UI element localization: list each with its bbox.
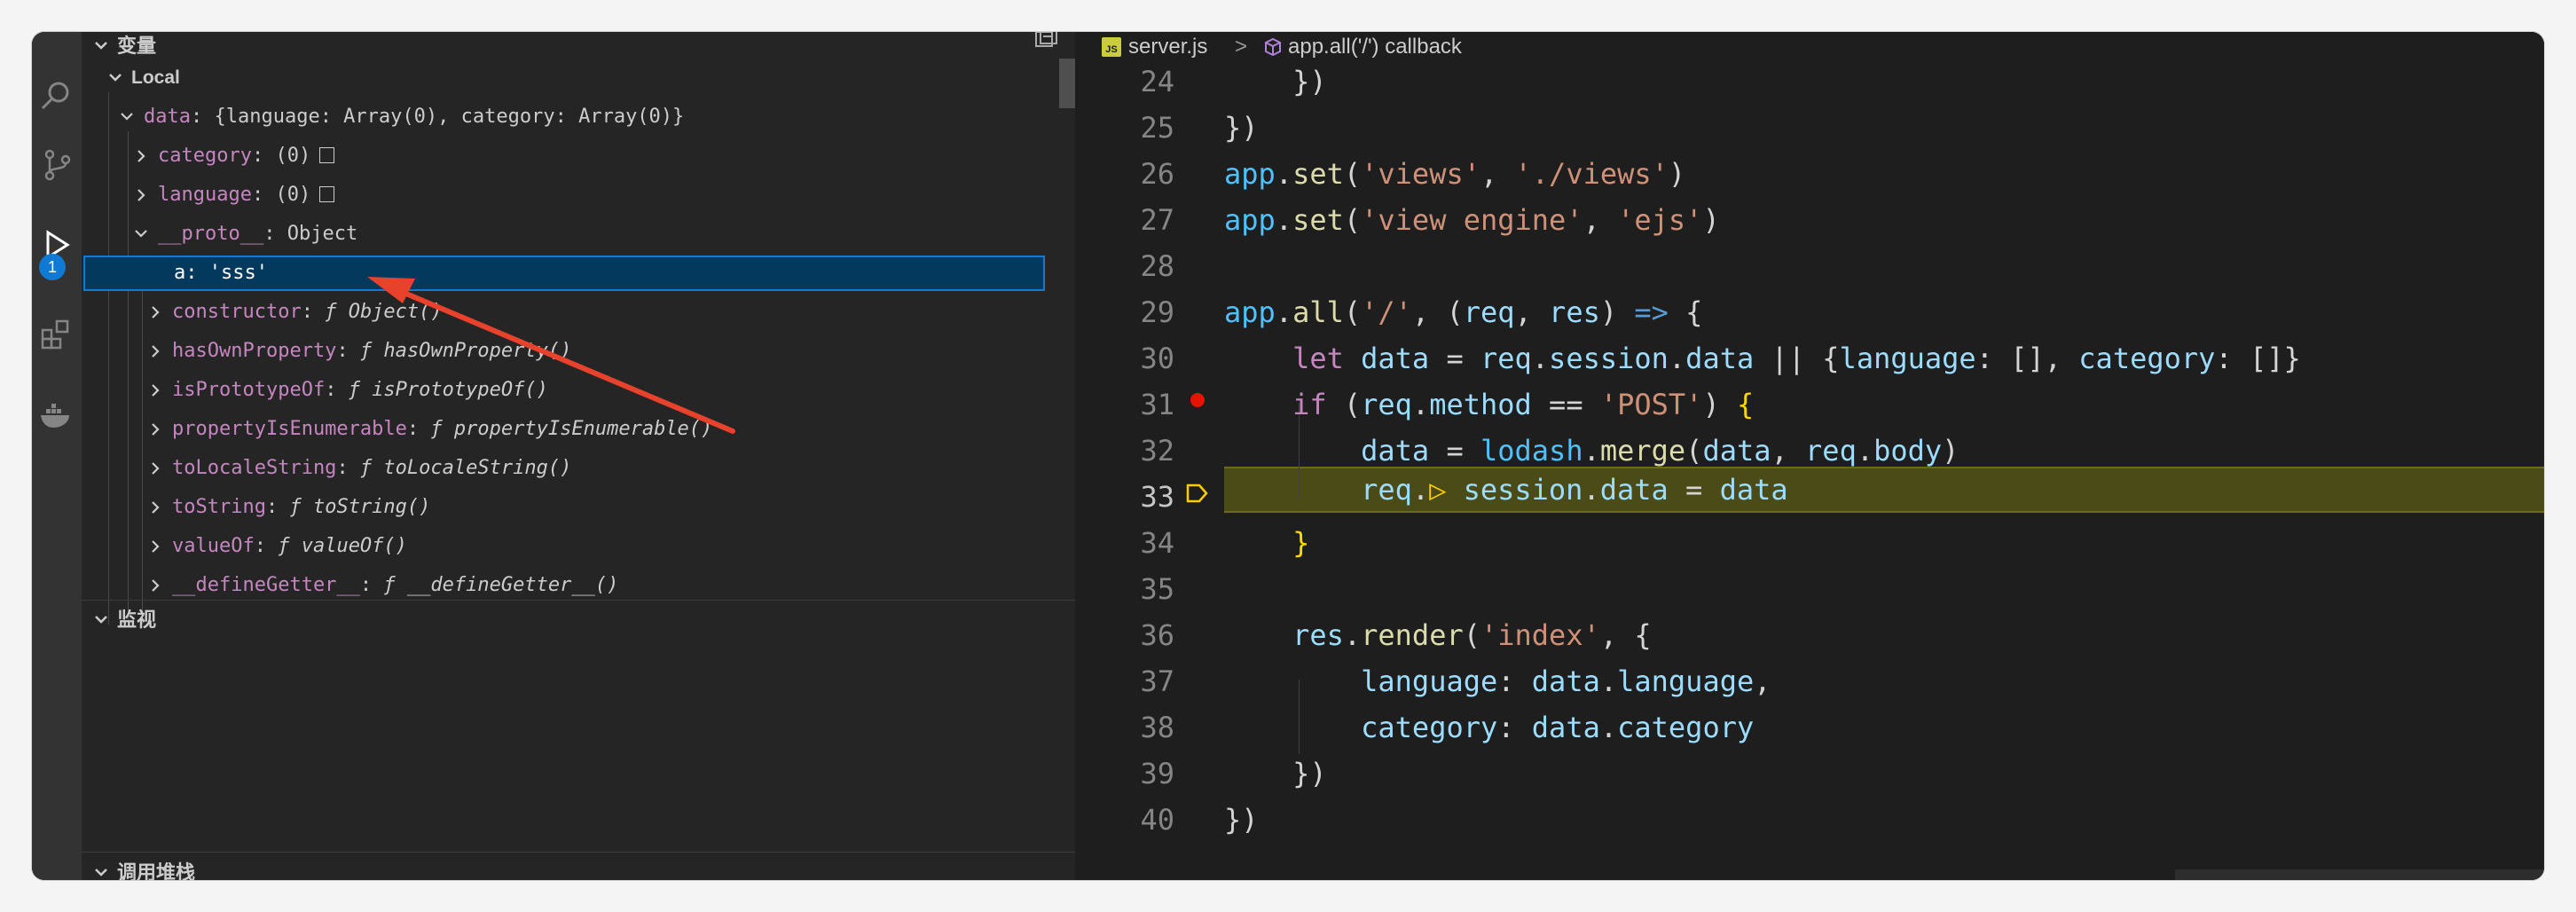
- code-line-39: }): [1292, 757, 1327, 790]
- code-line-38: category: data.category: [1361, 711, 1755, 744]
- var-value: ƒ __defineGetter__(): [383, 574, 619, 596]
- code-line-31: if (req.method == 'POST') {: [1292, 388, 1755, 421]
- cube-symbol-icon: [1265, 37, 1281, 57]
- breadcrumb: JS server.js > app.all('/') callback: [1075, 32, 2544, 62]
- line-number: 39: [1140, 757, 1174, 790]
- callstack-section-header[interactable]: 调用堆栈: [82, 855, 1075, 880]
- var-key: __defineGetter__: [172, 574, 360, 596]
- section-divider: [82, 600, 1075, 601]
- code-editor[interactable]: JS server.js > app.all('/') callback 24 …: [1075, 32, 2544, 880]
- svg-text:JS: JS: [1105, 44, 1117, 55]
- watch-section-header[interactable]: 监视: [82, 602, 1075, 638]
- line-number: 35: [1140, 572, 1174, 606]
- chevron-down-icon: [95, 869, 107, 877]
- current-line-arrow-icon: [1186, 484, 1208, 503]
- breadcrumb-file[interactable]: server.js: [1128, 32, 1207, 62]
- watch-title: 监视: [117, 609, 157, 631]
- code-line-24: }): [1292, 65, 1327, 98]
- line-number: 36: [1140, 618, 1174, 652]
- breadcrumb-symbol[interactable]: app.all('/') callback: [1288, 32, 1462, 62]
- status-fragment: [2175, 869, 2544, 880]
- section-divider: [82, 852, 1075, 853]
- code-line-26: app.set('views', './views'): [1224, 157, 1686, 191]
- code-line-25: }): [1224, 111, 1259, 145]
- chevron-down-icon: [95, 616, 107, 624]
- line-number: 40: [1140, 803, 1174, 837]
- breadcrumb-separator: >: [1235, 35, 1248, 59]
- code-line-29: app.all('/', (req, res) => {: [1224, 295, 1703, 329]
- code-line-30: let data = req.session.data || {language…: [1292, 342, 2301, 375]
- line-number: 38: [1140, 711, 1174, 744]
- code-line-36: res.render('index', {: [1292, 618, 1652, 652]
- js-file-icon: JS: [1102, 37, 1121, 57]
- annotation-arrow: [367, 277, 735, 434]
- code-line-33: req.▷ session.data = data: [1361, 473, 1788, 507]
- line-number: 37: [1140, 664, 1174, 698]
- code-line-27: app.set('view engine', 'ejs'): [1224, 203, 1720, 237]
- code-line-37: language: data.language,: [1361, 664, 1771, 698]
- callstack-title: 调用堆栈: [117, 861, 196, 880]
- vscode-window: 1 变量 Local data: {language: Array(0), ca…: [32, 32, 2544, 880]
- code-line-34: }: [1292, 526, 1310, 560]
- breakpoint-icon[interactable]: [1190, 393, 1205, 407]
- code-line-40: }): [1224, 803, 1259, 837]
